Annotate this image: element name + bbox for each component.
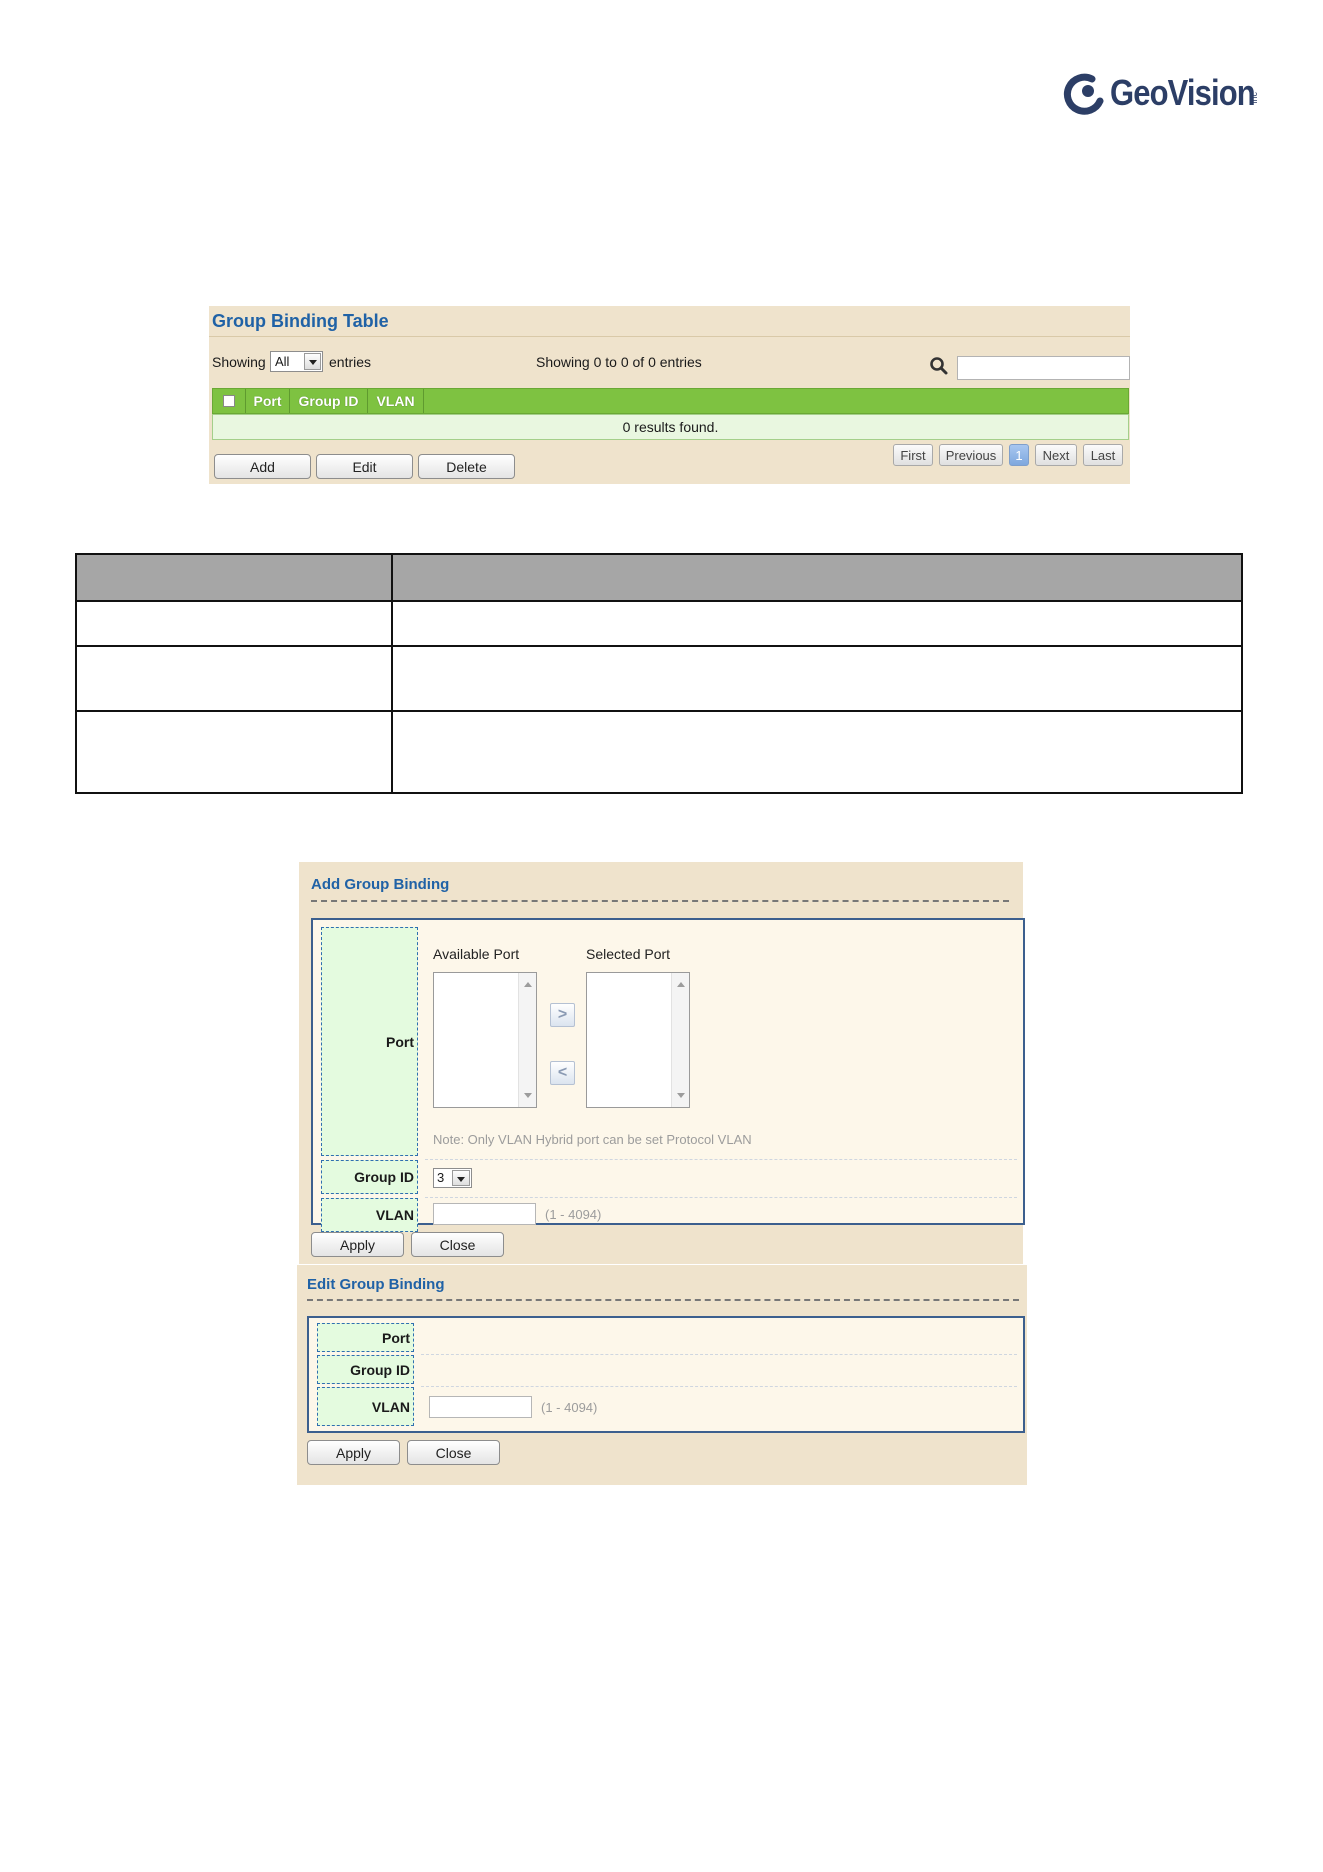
table-row: [75, 600, 1243, 647]
available-port-list[interactable]: [433, 972, 537, 1108]
scrollbar[interactable]: [518, 973, 536, 1107]
close-button[interactable]: Close: [411, 1232, 504, 1257]
pagination-last[interactable]: Last: [1083, 444, 1123, 466]
description-header-cell: [391, 553, 1243, 602]
selected-port-label: Selected Port: [586, 946, 671, 962]
entries-per-page-select[interactable]: All: [270, 351, 323, 372]
add-section-title: Add Group Binding: [311, 876, 450, 893]
showing-label: Showing: [212, 354, 266, 370]
group-id-select[interactable]: 3: [433, 1168, 472, 1188]
row-divider: [425, 1159, 1017, 1160]
logo-brand-text: GeoVision: [1110, 72, 1256, 113]
search-input[interactable]: [957, 356, 1130, 380]
logo-suffix: inc: [1249, 92, 1259, 104]
vlan-range-hint: (1 - 4094): [541, 1400, 598, 1415]
port-label: Port: [321, 927, 418, 1156]
table-header: Port Group ID VLAN: [212, 388, 1129, 414]
empty-results-row: 0 results found.: [212, 414, 1129, 440]
geovision-logo: GeoVision: [1062, 66, 1278, 120]
entries-summary: Showing 0 to 0 of 0 entries: [536, 354, 702, 370]
search-icon[interactable]: [929, 356, 949, 376]
row-divider: [425, 1197, 1017, 1198]
table-cell: [75, 645, 393, 712]
group-binding-table-panel: Group Binding Table Showing All entries …: [209, 306, 1130, 484]
move-right-button[interactable]: >: [550, 1003, 575, 1027]
group-id-value: 3: [437, 1170, 445, 1185]
table-cell: [391, 710, 1243, 794]
pagination-previous[interactable]: Previous: [939, 444, 1003, 466]
description-header-cell: [75, 553, 393, 602]
column-header-vlan[interactable]: VLAN: [368, 389, 424, 413]
description-table: [75, 553, 1243, 794]
add-button[interactable]: Add: [214, 454, 311, 479]
selected-port-list[interactable]: [586, 972, 690, 1108]
apply-button[interactable]: Apply: [307, 1440, 400, 1465]
row-divider: [421, 1386, 1017, 1387]
pagination-page-1[interactable]: 1: [1009, 444, 1029, 466]
column-header-port[interactable]: Port: [246, 389, 290, 413]
table-cell: [75, 710, 393, 794]
chevron-down-icon[interactable]: [304, 353, 321, 370]
edit-section-title: Edit Group Binding: [307, 1276, 445, 1293]
vlan-label: VLAN: [321, 1198, 418, 1232]
vlan-range-hint: (1 - 4094): [545, 1207, 602, 1222]
scrollbar[interactable]: [671, 973, 689, 1107]
title-divider: [209, 336, 1130, 337]
title-divider: [307, 1299, 1019, 1301]
row-divider: [421, 1354, 1017, 1355]
table-row: [75, 710, 1243, 794]
edit-form-box: Port Group ID VLAN (1 - 4094): [307, 1316, 1025, 1433]
vlan-label: VLAN: [317, 1387, 414, 1426]
column-header-group-id[interactable]: Group ID: [290, 389, 368, 413]
close-button[interactable]: Close: [407, 1440, 500, 1465]
title-divider: [311, 900, 1009, 902]
apply-button[interactable]: Apply: [311, 1232, 404, 1257]
panel-title: Group Binding Table: [212, 311, 389, 331]
port-label: Port: [317, 1323, 414, 1352]
group-id-label: Group ID: [317, 1355, 414, 1384]
pagination-next[interactable]: Next: [1035, 444, 1077, 466]
table-cell: [75, 600, 393, 647]
table-cell: [391, 600, 1243, 647]
entries-select-value: All: [275, 354, 290, 369]
description-table-header-row: [75, 553, 1243, 602]
geovision-logo-icon: [1062, 71, 1106, 115]
select-all-cell: [213, 389, 246, 413]
chevron-down-icon[interactable]: [452, 1170, 470, 1186]
pagination-first[interactable]: First: [893, 444, 933, 466]
available-port-label: Available Port: [433, 946, 520, 962]
delete-button[interactable]: Delete: [418, 454, 515, 479]
vlan-input[interactable]: [429, 1396, 532, 1418]
table-row: [75, 645, 1243, 712]
select-all-checkbox[interactable]: [223, 395, 235, 407]
group-id-label: Group ID: [321, 1160, 418, 1194]
move-left-button[interactable]: <: [550, 1061, 575, 1085]
entries-label: entries: [329, 354, 372, 370]
add-group-binding-panel: Add Group Binding Port Group ID VLAN Ava…: [299, 862, 1025, 1264]
edit-group-binding-panel: Edit Group Binding Port Group ID VLAN (1…: [297, 1265, 1027, 1485]
hybrid-port-note: Note: Only VLAN Hybrid port can be set P…: [433, 1132, 752, 1147]
table-cell: [391, 645, 1243, 712]
add-form-box: Port Group ID VLAN Available Port Select…: [311, 918, 1025, 1232]
edit-button[interactable]: Edit: [316, 454, 413, 479]
vlan-input[interactable]: [433, 1203, 536, 1225]
